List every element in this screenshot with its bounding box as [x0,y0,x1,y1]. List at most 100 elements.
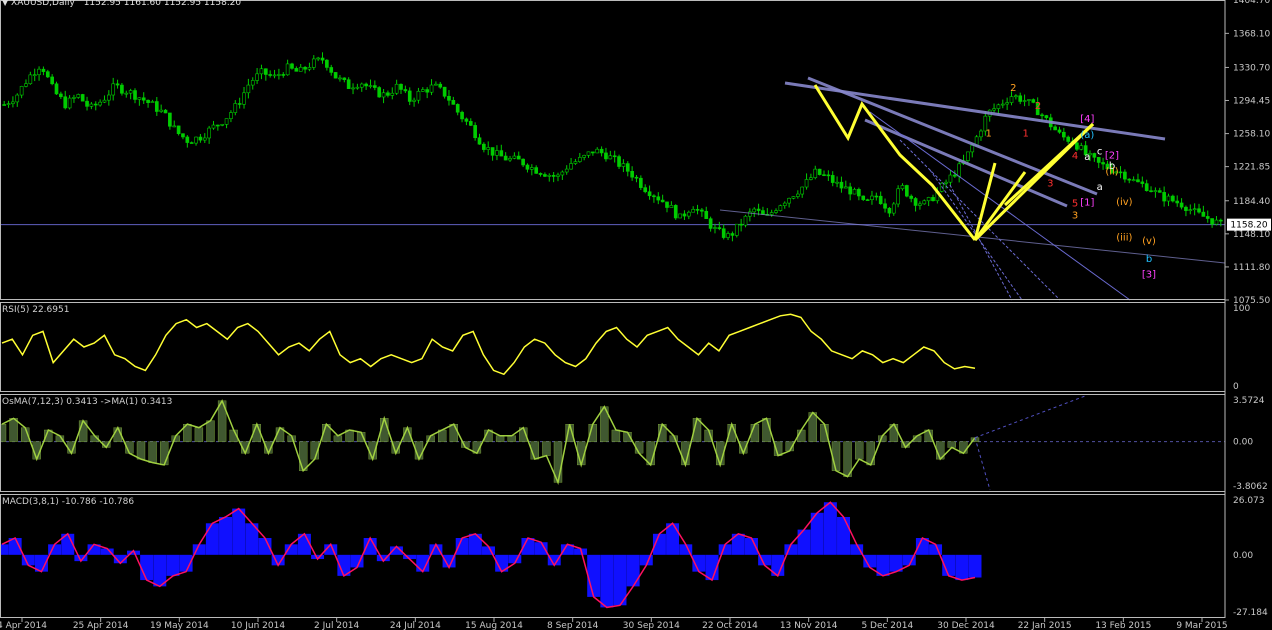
candle-body [159,109,163,112]
candle-body [717,227,722,230]
candle-body [1000,103,1005,106]
candle-body [316,57,320,60]
wave-label: 3 [1047,179,1053,190]
candle-body [259,68,264,75]
candle-body [1175,200,1180,204]
candle-body [364,83,368,87]
candle-body [900,185,905,190]
candle-body [1162,192,1166,202]
osma-bar [855,441,864,460]
candle-body [1171,195,1175,202]
y-tick-label: 1294.45 [1233,96,1270,106]
candle-body [926,197,931,202]
candle-body [621,163,626,167]
y-tick-label: 1368.10 [1233,29,1270,39]
macd-bar [284,544,298,555]
macd-bar [968,554,982,578]
osma-tick-label: -3.8062 [1233,482,1268,492]
candle-body [263,68,268,75]
osma-bar [542,441,551,456]
chart-canvas[interactable]: 1368.10 1330.70 1294.45 1258.10 1221.85 1184.… [0,0,1272,630]
wave-label: (a) [1080,130,1094,141]
candle-body [630,171,634,178]
wave-label: (iv) [1116,197,1133,208]
candle-body [966,151,970,161]
candle-body [390,92,395,96]
candle-body [560,171,565,176]
candle-body [1044,115,1049,119]
collapse-triangle-icon[interactable]: ▼ [2,0,8,7]
candle-body [691,209,695,213]
osma-bar [136,441,146,460]
panel-border-rsi [0,302,1226,392]
candle-body [229,112,233,119]
candle-body [386,92,390,96]
y-tick-label: 1221.85 [1233,163,1270,173]
osma-bar [449,424,458,442]
osma-bar [206,420,215,442]
candle-body [303,66,307,70]
candle-body [447,95,451,101]
candle-body [416,90,421,101]
candle-body [399,83,403,90]
candle-body [1079,145,1084,150]
candle-body [438,83,443,88]
candle-body [2,104,7,106]
candle-body [19,86,24,96]
candle-body [848,186,852,195]
candle-body [1062,131,1066,138]
candle-body [1144,183,1149,191]
candle-body [948,174,953,183]
wave-label: 2 [1010,83,1016,94]
x-tick-label: 30 Sep 2014 [623,621,680,630]
macd-bar [140,554,154,581]
candle-body [708,218,713,229]
candle-body [45,71,50,78]
wave-label: 5 [1072,199,1078,210]
candle-body [189,142,194,144]
x-tick-label: 19 May 2014 [150,621,209,630]
candle-body [93,103,98,106]
candle-body [547,174,552,177]
y-tick-label: 1111.80 [1233,263,1270,273]
candle-body [1027,99,1031,101]
candle-body [80,94,85,102]
candle-body [495,150,499,156]
candle-body [1009,96,1014,103]
candle-body [721,228,726,238]
candle-body [992,108,996,111]
candle-body [455,104,460,113]
wave-label: 2 [1035,101,1041,112]
candle-body [652,195,656,198]
osma-tick-label: 0.00 [1233,438,1253,448]
candle-body [577,157,582,162]
candle-body [804,179,809,188]
macd-bar [0,544,9,555]
candle-body [891,203,896,214]
symbol-label: XAUUSD,Daily [11,0,75,8]
macd-bar [666,523,680,555]
candle-body [72,97,76,99]
candle-body [700,209,704,212]
candle-body [1136,179,1140,183]
candle-body [835,181,839,184]
candle-body [521,158,525,166]
candle-body [1075,142,1079,150]
osma-bar [762,418,771,442]
candle-body [1123,171,1127,180]
candle-body [887,207,892,214]
chart-header: ▼ XAUUSD,Daily 1152.95 1161.60 1152.95 1… [2,0,241,8]
candle-body [608,155,613,160]
candle-body [307,67,312,70]
candle-body [98,101,102,106]
candle-body [826,174,831,177]
macd-bar [153,554,167,587]
candle-body [787,197,791,204]
x-tick-label: 5 Dec 2014 [861,621,913,630]
price-panel: 1368.10 1330.70 1294.45 1258.10 1221.85 1184.… [0,0,1271,306]
candle-body [425,89,429,93]
candle-body [1149,190,1153,192]
candle-body [63,96,68,109]
candle-body [643,187,648,193]
candle-body [591,151,595,154]
